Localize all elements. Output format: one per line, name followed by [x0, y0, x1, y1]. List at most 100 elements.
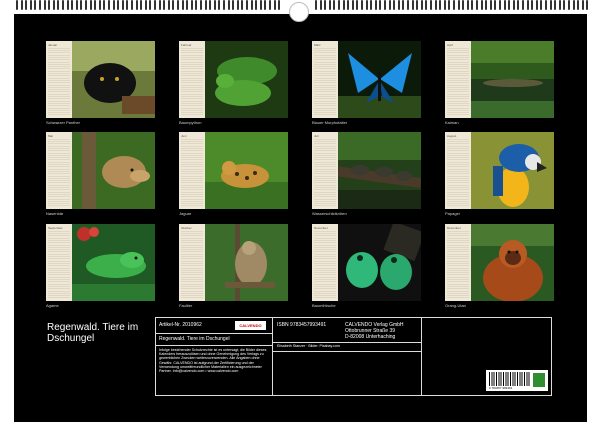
- binding-ring: [39, 0, 41, 10]
- calendar-subtitle: Regenwald. Tiere im Dschungel: [159, 336, 230, 342]
- coati-photo: [72, 132, 155, 209]
- binding-ring: [545, 0, 547, 10]
- binding-ring: [16, 0, 18, 10]
- binding-ring: [154, 0, 156, 10]
- binding-ring: [29, 0, 32, 10]
- isbn-barcode: 9 783457 993491: [486, 370, 548, 391]
- binding-ring: [393, 0, 396, 10]
- month-name: März: [314, 43, 321, 47]
- binding-ring: [365, 0, 368, 10]
- binding-ring: [397, 0, 400, 10]
- treefrog-photo: [338, 224, 421, 301]
- binding-ring: [158, 0, 161, 10]
- planner-strip: August: [445, 132, 471, 209]
- binding-ring: [186, 0, 189, 10]
- photo-caption: Faultier: [179, 303, 193, 308]
- binding-ring: [20, 0, 23, 10]
- month-tile-may[interactable]: Mai Nasenbär: [46, 132, 155, 220]
- product-info-box: Artikel-Nr. 2010962 CALVENDO Regenwald. …: [155, 317, 552, 396]
- month-tile-february[interactable]: Februar Baumpython: [179, 41, 288, 129]
- binding-ring: [324, 0, 327, 10]
- photo-caption: Blauer Morphofalter: [312, 120, 348, 125]
- planner-strip: März: [312, 41, 338, 118]
- binding-ring: [522, 0, 524, 10]
- photo-credit: Elisabeth Stanzer · Bilder: Pixabay.com: [277, 344, 340, 348]
- month-name: Oktober: [181, 226, 192, 230]
- isbn: ISBN 9783457993491: [277, 322, 327, 328]
- calendar-title: Regenwald. Tiere im Dschungel: [47, 322, 139, 344]
- binding-ring: [223, 0, 225, 10]
- legal-notice: Infolge bestehender Schutzrechte ist es …: [159, 348, 267, 374]
- binding-ring: [163, 0, 166, 10]
- month-tile-january[interactable]: Januar Schwarzer Panther: [46, 41, 155, 129]
- binding-ring: [457, 0, 460, 10]
- binding-ring: [177, 0, 179, 10]
- photo-caption: Orang-Utan: [445, 303, 466, 308]
- binding-ring: [333, 0, 336, 10]
- month-tile-july[interactable]: Juli Wasserschildkröten: [312, 132, 421, 220]
- month-tile-december[interactable]: Dezember Orang-Utan: [445, 224, 554, 312]
- month-tile-november[interactable]: November Baumfrösche: [312, 224, 421, 312]
- photo-caption: Baumpython: [179, 120, 202, 125]
- binding-ring: [342, 0, 345, 10]
- month-tile-march[interactable]: März Blauer Morphofalter: [312, 41, 421, 129]
- binding-ring: [25, 0, 28, 10]
- month-tile-september[interactable]: September Agame: [46, 224, 155, 312]
- planner-strip: Juni: [179, 132, 205, 209]
- binding-ring: [540, 0, 543, 10]
- binding-ring: [416, 0, 419, 10]
- binding-ring: [236, 0, 239, 10]
- publisher-city: D-82008 Unterhaching: [345, 334, 396, 340]
- binding-ring: [430, 0, 432, 10]
- binding-ring: [167, 0, 170, 10]
- binding-ring: [246, 0, 248, 10]
- photo-caption: Kaiman: [445, 120, 459, 125]
- photo-caption: Jaguar: [179, 211, 192, 216]
- binding-ring: [379, 0, 382, 10]
- info-column-right: 9 783457 993491: [422, 318, 553, 395]
- month-name: April: [447, 43, 454, 47]
- binding-ring: [581, 0, 584, 10]
- planner-strip: Oktober: [179, 224, 205, 301]
- binding-ring: [94, 0, 97, 10]
- agama-photo: [72, 224, 155, 301]
- binding-ring: [255, 0, 258, 10]
- month-name: Mai: [48, 134, 53, 138]
- binding-ring: [200, 0, 202, 10]
- binding-ring: [121, 0, 124, 10]
- turtles-photo: [338, 132, 421, 209]
- binding-ring: [112, 0, 115, 10]
- calvendo-logo: CALVENDO: [235, 321, 266, 330]
- binding-ring: [508, 0, 511, 10]
- planner-strip: Dezember: [445, 224, 471, 301]
- binding-ring: [204, 0, 207, 10]
- month-tile-june[interactable]: Juni Jaguar: [179, 132, 288, 220]
- binding-ring: [273, 0, 276, 10]
- month-name: August: [447, 134, 457, 138]
- month-tile-october[interactable]: Oktober Faultier: [179, 224, 288, 312]
- binding-ring: [43, 0, 46, 10]
- binding-ring: [535, 0, 538, 10]
- month-name: Januar: [48, 43, 58, 47]
- binding-ring: [466, 0, 469, 10]
- binding-ring: [144, 0, 147, 10]
- python-photo: [205, 41, 288, 118]
- article-number: Artikel-Nr. 2010962: [159, 322, 202, 328]
- binding-ring: [411, 0, 414, 10]
- sloth-photo: [205, 224, 288, 301]
- binding-ring: [149, 0, 152, 10]
- binding-ring: [103, 0, 106, 10]
- planner-strip: Mai: [46, 132, 72, 209]
- binding-ring: [241, 0, 244, 10]
- binding-ring: [572, 0, 575, 10]
- hanger-hole: [289, 2, 309, 22]
- panther-photo: [72, 41, 155, 118]
- photo-caption: Agame: [46, 303, 59, 308]
- month-tile-april[interactable]: April Kaiman: [445, 41, 554, 129]
- binding-ring: [209, 0, 212, 10]
- binding-ring: [140, 0, 143, 10]
- month-tile-august[interactable]: August Papagei: [445, 132, 554, 220]
- binding-ring: [315, 0, 317, 10]
- month-name: Februar: [181, 43, 192, 47]
- info-column-left: Artikel-Nr. 2010962 CALVENDO Regenwald. …: [156, 318, 273, 395]
